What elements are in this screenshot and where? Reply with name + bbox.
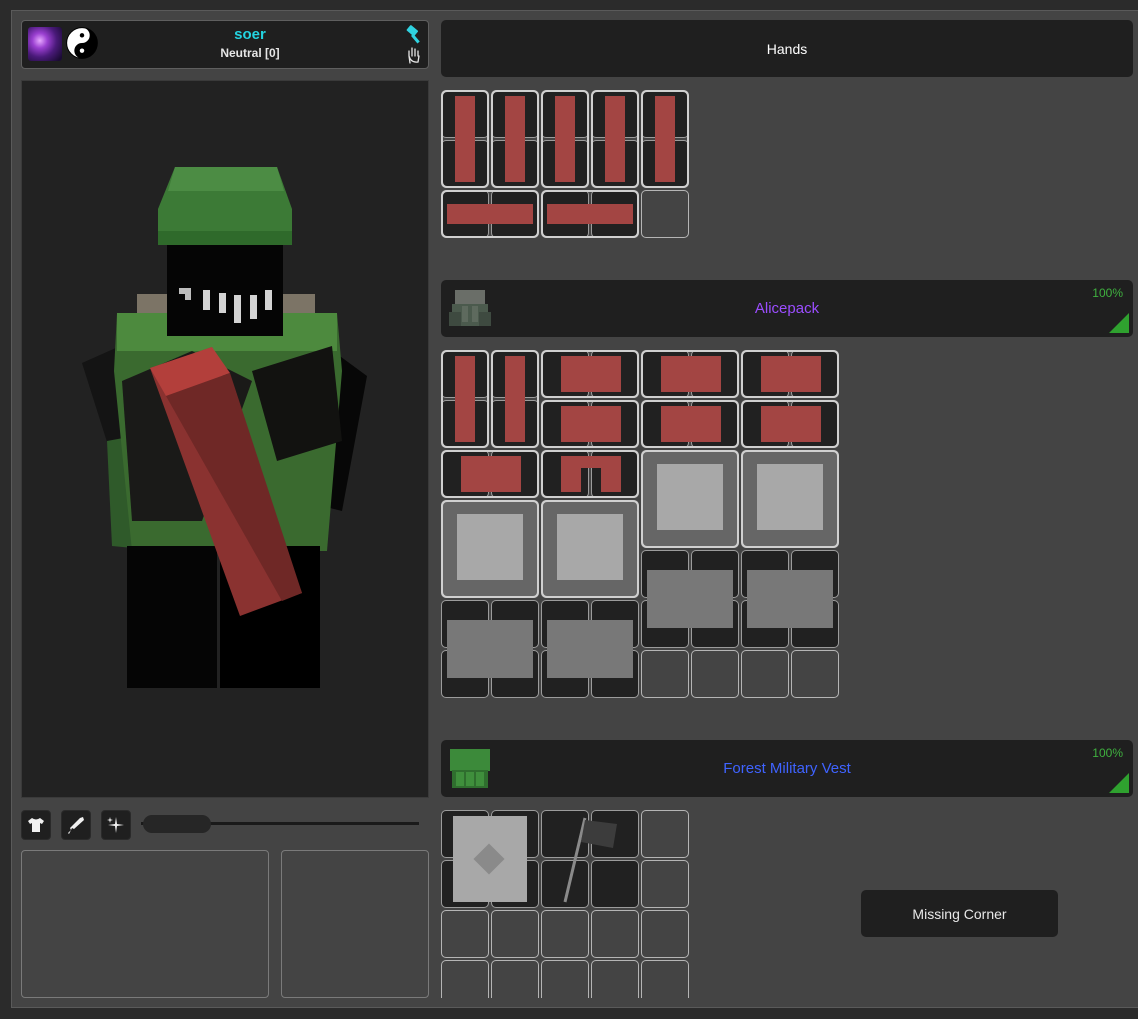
backpack-quality: 100% [1092, 286, 1123, 300]
missing-corner-slot[interactable]: Missing Corner [861, 890, 1058, 937]
empty-slot[interactable] [591, 960, 639, 998]
item-plate-carrier[interactable] [747, 570, 833, 628]
item-magazine[interactable] [441, 90, 489, 188]
hands-title: Hands [766, 41, 808, 57]
zoom-slider-thumb[interactable] [143, 815, 211, 833]
empty-slot[interactable] [791, 650, 839, 698]
empty-slot[interactable] [641, 910, 689, 958]
item-magazine[interactable] [591, 90, 639, 188]
empty-slot[interactable] [641, 810, 689, 858]
item-plate-carrier[interactable] [647, 570, 733, 628]
empty-slot[interactable] [591, 910, 639, 958]
item-medical-kit[interactable] [453, 816, 527, 902]
item-magazine-horizontal[interactable] [441, 190, 539, 238]
vest-name: Forest Military Vest [723, 760, 851, 777]
shirt-icon [28, 818, 44, 832]
backpack-grid[interactable] [441, 350, 841, 700]
empty-slot[interactable] [641, 190, 689, 238]
empty-slot[interactable] [491, 910, 539, 958]
clothing-tab-button[interactable] [21, 810, 51, 840]
storage-slot-right[interactable] [281, 850, 429, 998]
item-armor-plate[interactable] [441, 500, 539, 598]
empty-slot[interactable] [441, 910, 489, 958]
yin-yang-icon[interactable] [66, 27, 98, 59]
sparkle-icon [107, 817, 124, 833]
reputation-status: Neutral [0] [220, 46, 280, 60]
vest-header: Forest Military Vest 100% [441, 740, 1133, 797]
item-trigger-part[interactable] [541, 450, 639, 498]
item-magazine-horizontal[interactable] [541, 190, 639, 238]
item-magazine[interactable] [641, 90, 689, 188]
item-armor-plate[interactable] [741, 450, 839, 548]
item-armor-plate[interactable] [641, 450, 739, 548]
character-model [82, 167, 367, 688]
player-name: soer [234, 26, 266, 43]
item-magazine[interactable] [491, 90, 539, 188]
rifle-icon [68, 817, 84, 834]
hands-header: Hands [441, 20, 1133, 77]
item-ammo-box[interactable] [741, 400, 839, 448]
item-ammo-box[interactable] [641, 350, 739, 398]
empty-slot[interactable] [491, 960, 539, 998]
vest-grid[interactable] [441, 810, 691, 998]
item-magazine[interactable] [441, 350, 489, 448]
empty-slot[interactable] [741, 650, 789, 698]
quality-indicator [1109, 773, 1129, 793]
skill-icon[interactable] [28, 27, 62, 61]
item-plate-carrier[interactable] [547, 620, 633, 678]
item-ammo-box[interactable] [641, 400, 739, 448]
hammer-icon[interactable] [404, 25, 424, 45]
item-ammo-box[interactable] [541, 400, 639, 448]
empty-slot[interactable] [641, 860, 689, 908]
empty-slot[interactable] [691, 650, 739, 698]
effects-tab-button[interactable] [101, 810, 131, 840]
storage-slot-left[interactable] [21, 850, 269, 998]
empty-slot[interactable] [641, 650, 689, 698]
item-magazine[interactable] [541, 90, 589, 188]
hand-icon[interactable] [405, 46, 423, 64]
item-flag[interactable] [541, 810, 639, 908]
backpack-header: Alicepack 100% [441, 280, 1133, 337]
weapon-tab-button[interactable] [61, 810, 91, 840]
item-ammo-box[interactable] [541, 350, 639, 398]
quality-indicator [1109, 313, 1129, 333]
item-armor-plate[interactable] [541, 500, 639, 598]
vest-quality: 100% [1092, 746, 1123, 760]
empty-slot[interactable] [541, 910, 589, 958]
item-ammo-box[interactable] [741, 350, 839, 398]
empty-slot[interactable] [541, 960, 589, 998]
backpack-name: Alicepack [754, 300, 820, 317]
item-plate-carrier[interactable] [447, 620, 533, 678]
empty-slot[interactable] [641, 960, 689, 998]
hands-grid[interactable] [441, 90, 691, 240]
item-magazine[interactable] [491, 350, 539, 448]
empty-slot[interactable] [441, 960, 489, 998]
character-preview[interactable] [21, 80, 429, 798]
item-ammo-box[interactable] [441, 450, 539, 498]
